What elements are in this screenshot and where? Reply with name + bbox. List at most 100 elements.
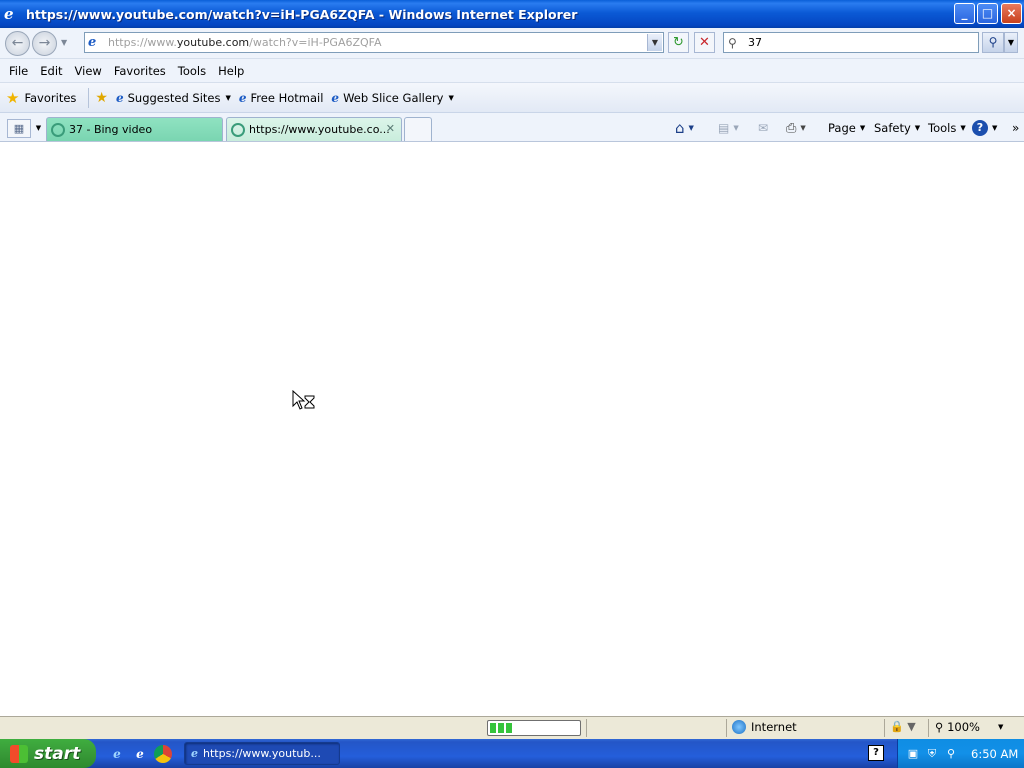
tab-list-dropdown[interactable]: ▼ — [33, 119, 44, 138]
search-value: 37 — [748, 36, 762, 49]
ie-logo-icon: e — [4, 5, 14, 23]
search-button[interactable]: ⚲ — [982, 32, 1004, 53]
chevron-down-icon: ▼ — [997, 723, 1004, 731]
menu-view[interactable]: View — [69, 64, 108, 78]
taskbar-item-ie[interactable]: e https://www.youtub... — [184, 742, 340, 765]
page-menu-button[interactable]: Page ▼ — [828, 118, 865, 138]
window-title: https://www.youtube.com/watch?v=iH-PGA6Z… — [26, 6, 578, 22]
menu-help[interactable]: Help — [212, 64, 250, 78]
ie-logo-icon: e — [191, 747, 198, 760]
chevron-down-icon: ▼ — [448, 93, 454, 102]
help-tray-icon[interactable]: ? — [868, 745, 884, 761]
recent-pages-dropdown[interactable]: ▼ — [61, 38, 67, 47]
chevron-down-icon[interactable]: ▼ — [733, 124, 738, 132]
close-tab-icon[interactable]: ✕ — [386, 122, 395, 135]
maximize-button[interactable]: □ — [977, 3, 998, 24]
chevron-down-icon[interactable]: ▼ — [689, 124, 694, 132]
tab-bing-video[interactable]: 37 - Bing video — [46, 117, 223, 141]
quick-tabs-button[interactable]: ▦ — [7, 119, 31, 138]
security-shield-icon[interactable]: ⛨ — [925, 747, 939, 761]
forward-button[interactable]: → — [32, 31, 57, 56]
menu-tools[interactable]: Tools — [172, 64, 212, 78]
status-divider — [928, 719, 929, 737]
page-content[interactable] — [0, 143, 1024, 716]
ie-page-icon: e — [238, 90, 247, 105]
quicklaunch-ie-alt-icon[interactable]: e — [131, 745, 149, 763]
start-button[interactable]: start — [0, 739, 96, 768]
quicklaunch-ie-icon[interactable]: e — [108, 745, 126, 763]
free-hotmail-link[interactable]: e Free Hotmail — [239, 91, 324, 105]
menu-edit[interactable]: Edit — [34, 64, 68, 78]
favorites-separator — [88, 87, 90, 108]
busy-cursor-icon — [292, 390, 315, 410]
chevron-down-icon: ▼ — [992, 124, 998, 132]
menu-favorites[interactable]: Favorites — [108, 64, 172, 78]
zoom-icon: ⚲ — [935, 720, 944, 734]
feeds-button[interactable]: ▤ ▼ — [718, 118, 739, 138]
status-divider — [586, 719, 587, 737]
search-icon: ⚲ — [728, 35, 737, 50]
tab-label: https://www.youtube.co... — [249, 123, 390, 136]
address-input[interactable]: e https://www.youtube.com/watch?v=iH-PGA… — [84, 32, 664, 53]
favorites-button[interactable]: Favorites — [24, 91, 76, 105]
refresh-button[interactable]: ↻ — [668, 32, 689, 53]
more-commands-icon[interactable]: » — [1012, 118, 1019, 138]
search-options-dropdown[interactable]: ▼ — [1004, 32, 1018, 53]
progress-block — [490, 723, 496, 733]
status-bar: Internet 🔒 ▼ ⚲ 100% ▼ — [0, 716, 1024, 739]
address-dropdown-button[interactable]: ▼ — [647, 34, 662, 51]
tab-row: ▦ ▼ 37 - Bing video https://www.youtube.… — [0, 113, 1024, 142]
windows-logo-icon — [10, 744, 28, 763]
clock: 6:50 AM — [971, 746, 1019, 761]
favorites-star-icon: ★ — [6, 88, 20, 107]
chevron-down-icon: ▼ — [225, 93, 231, 102]
search-tray-icon[interactable]: ⚲ — [944, 747, 958, 761]
status-divider — [884, 719, 885, 737]
print-button[interactable]: ⎙ ▼ — [786, 118, 806, 138]
stop-button[interactable]: ✕ — [694, 32, 715, 53]
taskbar: start e e e https://www.youtub... ? ▣ ⛨ … — [0, 739, 1024, 768]
menu-file[interactable]: File — [3, 64, 34, 78]
favorites-bar: ★ Favorites ★ e Suggested Sites ▼ e Free… — [0, 83, 1024, 113]
zoom-button[interactable]: ⚲ 100% ▼ — [935, 720, 1003, 734]
progress-block — [498, 723, 504, 733]
title-bar: e https://www.youtube.com/watch?v=iH-PGA… — [0, 0, 1024, 28]
address-row: ← → ▼ e https://www.youtube.com/watch?v=… — [0, 28, 1024, 59]
chevron-down-icon: ▼ — [960, 124, 966, 132]
ie-page-icon: e — [115, 90, 124, 105]
globe-icon — [732, 720, 746, 734]
tools-menu-button[interactable]: Tools ▼ — [928, 118, 966, 138]
progress-block — [506, 723, 512, 733]
tab-label: 37 - Bing video — [69, 123, 153, 136]
help-button[interactable]: ? ▼ — [972, 118, 997, 138]
status-divider — [726, 719, 727, 737]
help-icon: ? — [972, 120, 988, 136]
page-load-progress — [487, 720, 581, 736]
chevron-down-icon[interactable]: ▼ — [800, 124, 805, 132]
loading-icon — [231, 122, 245, 137]
search-input[interactable]: ⚲ 37 — [723, 32, 979, 53]
system-tray: ▣ ⛨ ⚲ 6:50 AM — [897, 739, 1024, 768]
address-url: https://www.youtube.com/watch?v=iH-PGA6Z… — [108, 36, 382, 49]
tab-youtube[interactable]: https://www.youtube.co... ✕ — [226, 117, 402, 141]
home-button[interactable]: ⌂ ▼ — [675, 118, 694, 138]
menu-bar: File Edit View Favorites Tools Help — [0, 59, 1024, 83]
loading-icon — [51, 122, 65, 137]
safety-menu-button[interactable]: Safety ▼ — [874, 118, 920, 138]
security-zone[interactable]: Internet — [732, 720, 797, 734]
web-slice-gallery-link[interactable]: e Web Slice Gallery ▼ — [331, 91, 453, 105]
protected-mode-icon[interactable]: 🔒 ▼ — [890, 720, 916, 733]
page-icon: e — [88, 34, 97, 50]
new-tab-button[interactable] — [404, 117, 432, 141]
minimize-button[interactable]: _ — [954, 3, 975, 24]
back-button[interactable]: ← — [5, 31, 30, 56]
ie-page-icon: e — [331, 90, 340, 105]
add-to-favorites-icon[interactable]: ★ — [95, 90, 108, 106]
read-mail-button[interactable]: ✉ — [758, 118, 768, 138]
chevron-down-icon: ▼ — [914, 124, 921, 132]
quicklaunch-chrome-icon[interactable] — [154, 745, 172, 763]
network-icon[interactable]: ▣ — [906, 747, 920, 761]
close-button[interactable]: × — [1001, 3, 1022, 24]
suggested-sites-link[interactable]: e Suggested Sites ▼ — [116, 91, 231, 105]
chevron-down-icon: ▼ — [859, 124, 866, 132]
